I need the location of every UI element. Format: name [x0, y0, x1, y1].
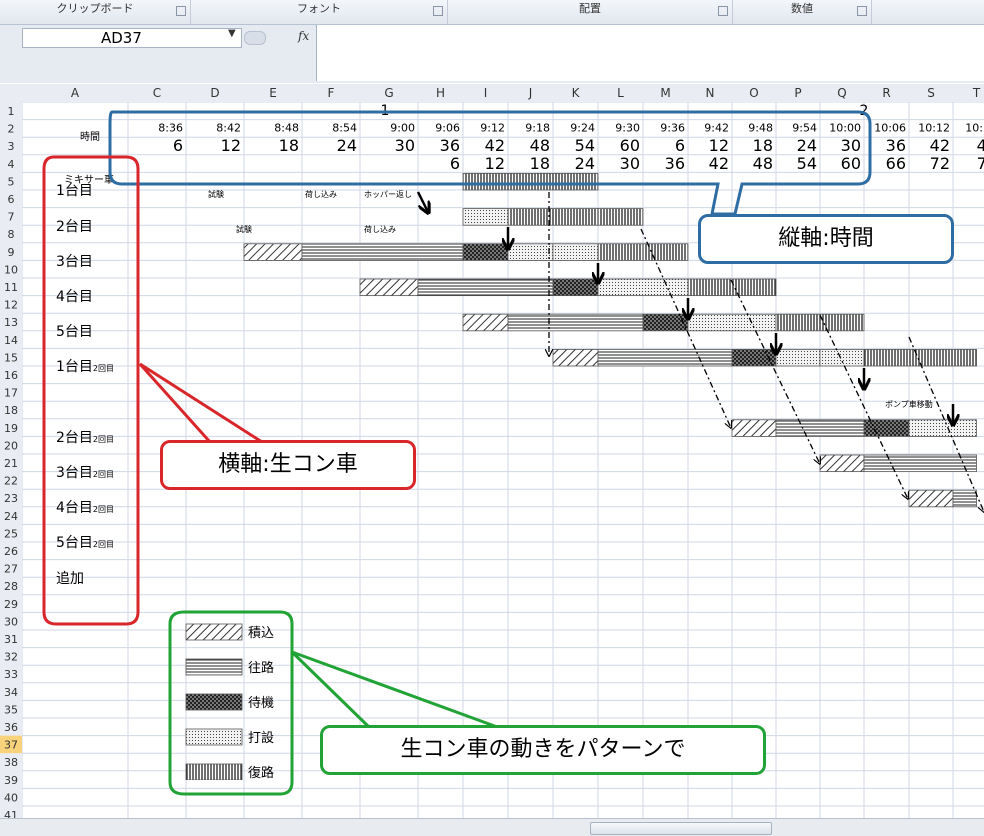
vertical-axis-callout-text: 縦軸:時間: [778, 226, 874, 251]
callout-shapes: [42, 110, 872, 796]
pattern-callout: 生コン車の動きをパターンで: [320, 725, 766, 775]
pattern-callout-text: 生コン車の動きをパターンで: [400, 737, 686, 762]
legend-frame: [168, 610, 294, 796]
scrollbar-thumb[interactable]: [590, 822, 772, 835]
green-pointer-a: [290, 650, 372, 730]
vertical-axis-callout: 縦軸:時間: [698, 214, 954, 264]
horizontal-axis-callout: 横軸:生コン車: [160, 440, 416, 490]
horizontal-axis-callout-text: 横軸:生コン車: [218, 452, 358, 477]
green-pointer-b: [291, 650, 501, 730]
horizontal-scrollbar[interactable]: [0, 818, 984, 836]
excel-window: クリップボード フォント 配置 数値 AD37 ▼ fx A C D E F G…: [0, 0, 984, 836]
horizontal-axis-frame: [42, 155, 140, 626]
vertical-axis-frame: [108, 110, 872, 216]
